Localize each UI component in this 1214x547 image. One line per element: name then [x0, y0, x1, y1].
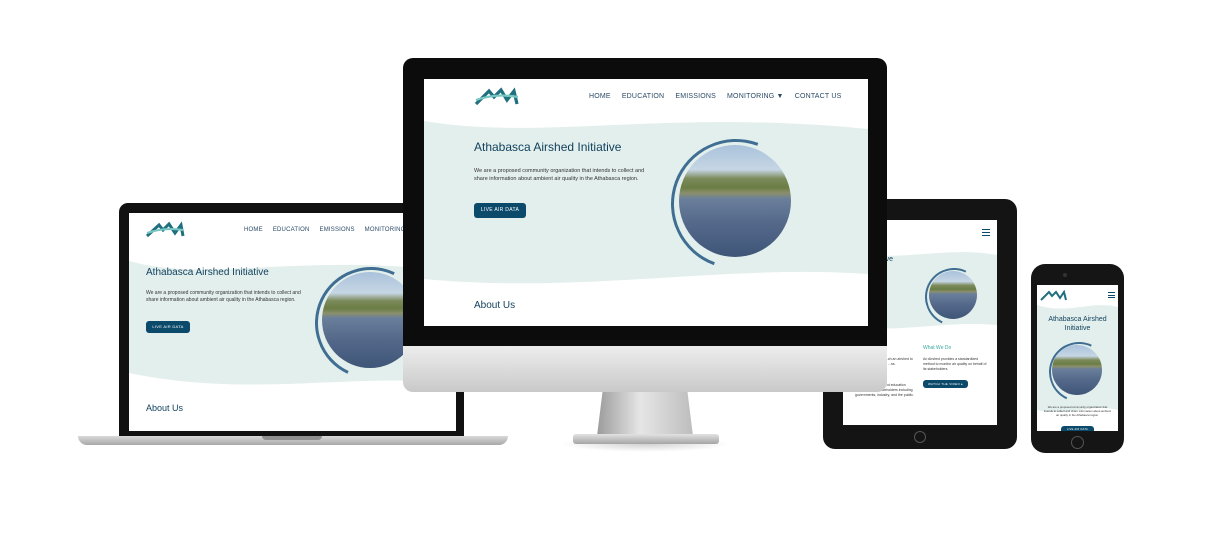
- nav-contact[interactable]: CONTACT US: [795, 93, 842, 100]
- hero-photo: [679, 145, 791, 257]
- nav-home[interactable]: HOME: [589, 93, 611, 100]
- laptop-nav: HOME EDUCATION EMISSIONS MONITORING ▼: [244, 227, 414, 233]
- nav-home[interactable]: HOME: [244, 227, 263, 233]
- hero-intro: We are a proposed community organization…: [474, 168, 645, 182]
- tablet-right-column: An Airshed provides a standardized metho…: [923, 357, 987, 372]
- nav-education[interactable]: EDUCATION: [622, 93, 665, 100]
- hero-photo: [929, 271, 977, 319]
- what-we-do-heading: What We Do: [923, 345, 952, 351]
- phone-screen: Athabasca Airshed Initiative We are a pr…: [1037, 285, 1118, 431]
- logo-icon[interactable]: [1040, 289, 1068, 307]
- about-heading: About Us: [146, 403, 184, 413]
- hero-intro: We are a proposed community organization…: [1043, 405, 1112, 417]
- logo-icon[interactable]: [474, 87, 520, 112]
- live-air-data-button[interactable]: LIVE AIR DATA: [1061, 426, 1094, 431]
- hamburger-menu-icon[interactable]: [982, 229, 990, 236]
- hero-title: Athabasca Airshed Initiative: [474, 140, 622, 154]
- phone-home-button: [1071, 436, 1084, 449]
- laptop-notch: [262, 436, 322, 440]
- hero-photo: [1052, 345, 1102, 395]
- about-heading: About Us: [474, 300, 516, 311]
- phone-camera: [1063, 273, 1067, 277]
- hamburger-menu-icon[interactable]: [1108, 292, 1115, 298]
- hero-title: Athabasca Airshed Initiative: [1048, 316, 1107, 333]
- live-air-data-button[interactable]: LIVE AIR DATA: [146, 321, 190, 333]
- nav-education[interactable]: EDUCATION: [273, 227, 310, 233]
- nav-emissions[interactable]: EMISSIONS: [320, 227, 355, 233]
- logo-icon[interactable]: [145, 221, 185, 244]
- nav-monitoring[interactable]: MONITORING ▼: [727, 93, 784, 100]
- desktop-foot: [573, 434, 719, 444]
- desktop-nav: HOME EDUCATION EMISSIONS MONITORING ▼ CO…: [589, 93, 842, 100]
- nav-emissions[interactable]: EMISSIONS: [675, 93, 716, 100]
- watch-video-button[interactable]: WATCH THE VIDEO ▸: [923, 380, 968, 388]
- desktop-screen: HOME EDUCATION EMISSIONS MONITORING ▼ CO…: [424, 79, 868, 326]
- tablet-home-button: [914, 431, 926, 443]
- desktop-stand: [597, 390, 693, 436]
- hero-title: Athabasca Airshed Initiative: [146, 267, 269, 278]
- hero-intro: We are a proposed community organization…: [146, 290, 301, 304]
- live-air-data-button[interactable]: LIVE AIR DATA: [474, 203, 526, 218]
- desktop-chin: [403, 346, 887, 392]
